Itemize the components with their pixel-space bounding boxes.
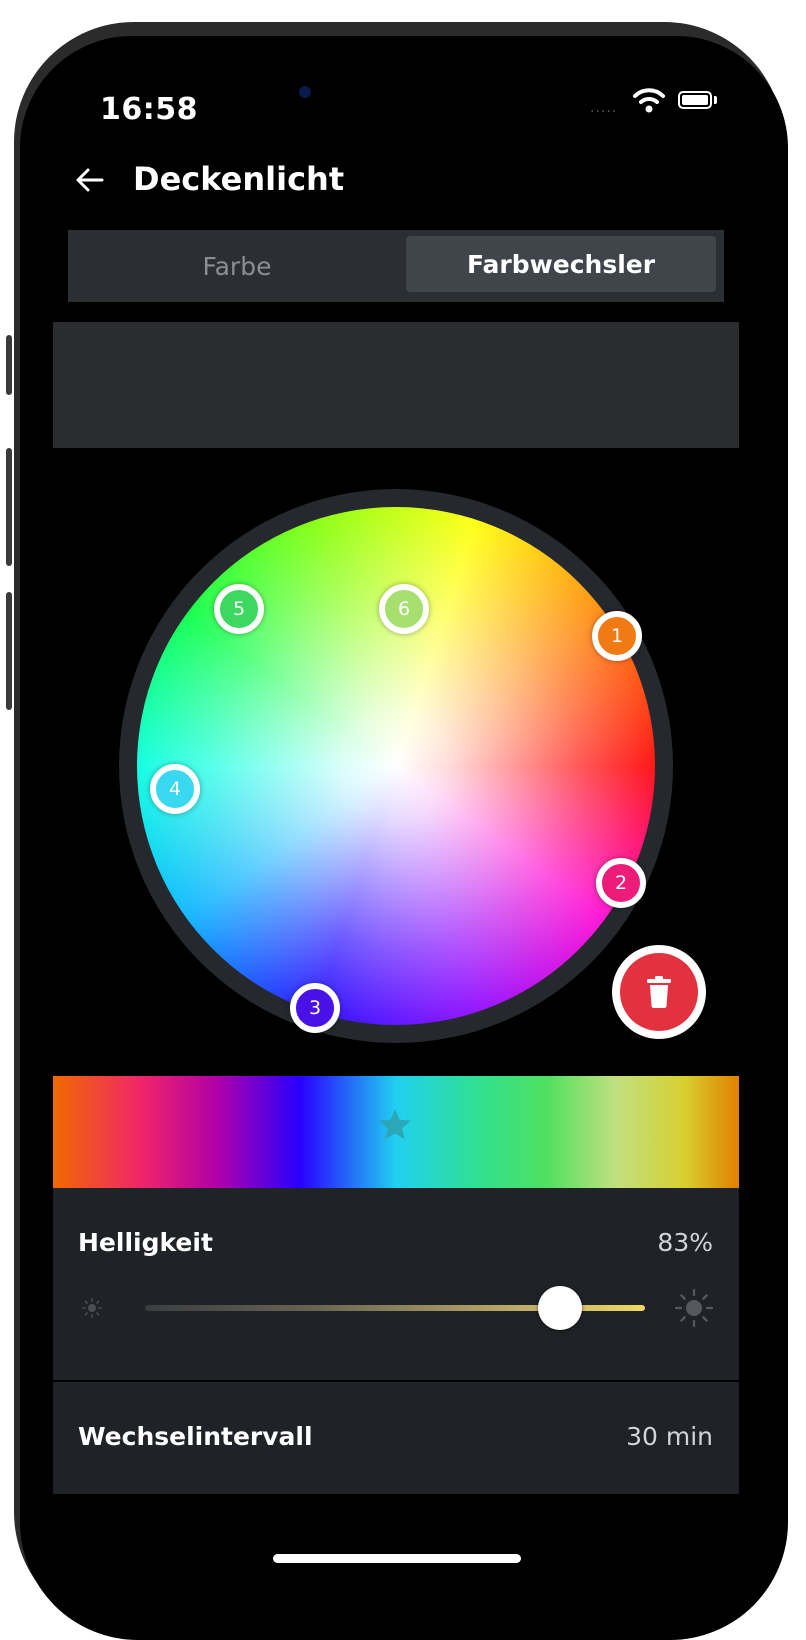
marker-number: 5 — [232, 598, 246, 620]
camera-dot — [299, 86, 311, 98]
screen: 16:58 ..... Deckenlicht Farbe Farbwechsl… — [20, 36, 788, 1640]
wifi-icon — [633, 88, 665, 113]
brightness-panel: Helligkeit 83% — [53, 1188, 739, 1380]
interval-value: 30 min — [626, 1422, 713, 1451]
brightness-label: Helligkeit — [78, 1228, 213, 1257]
marker-number: 1 — [610, 625, 624, 647]
brightness-slider-thumb[interactable] — [538, 1286, 582, 1330]
volume-up-button — [6, 448, 12, 566]
marker-number: 2 — [614, 872, 628, 894]
star-icon[interactable] — [376, 1106, 414, 1144]
interval-panel[interactable]: Wechselintervall 30 min — [53, 1382, 739, 1494]
sun-small-icon — [82, 1298, 102, 1318]
tab-farbwechsler[interactable]: Farbwechsler — [406, 236, 716, 292]
sun-large-icon — [675, 1289, 713, 1327]
tab-farbe[interactable]: Farbe — [68, 230, 406, 302]
arrow-left-icon[interactable] — [74, 164, 106, 196]
battery-icon — [678, 91, 712, 109]
volume-down-button — [6, 592, 12, 710]
home-indicator[interactable] — [273, 1554, 521, 1563]
mode-segmented-control: Farbe Farbwechsler — [68, 230, 724, 302]
color-marker-3[interactable]: 3 — [290, 983, 340, 1033]
marker-number: 6 — [397, 598, 411, 620]
marker-number: 3 — [308, 997, 322, 1019]
color-marker-4[interactable]: 4 — [150, 764, 200, 814]
marker-number: 4 — [168, 778, 182, 800]
delete-color-button[interactable] — [612, 945, 706, 1039]
preset-panel — [53, 322, 739, 448]
color-marker-1[interactable]: 1 — [592, 611, 642, 661]
color-marker-6[interactable]: 6 — [379, 584, 429, 634]
status-time: 16:58 — [100, 92, 198, 127]
mute-switch — [6, 335, 12, 395]
color-marker-5[interactable]: 5 — [214, 584, 264, 634]
trash-icon — [647, 976, 671, 1008]
page-title: Deckenlicht — [133, 160, 345, 198]
color-marker-2[interactable]: 2 — [596, 858, 646, 908]
delete-button-face — [620, 953, 698, 1031]
signal-icon: ..... — [590, 100, 618, 116]
interval-label: Wechselintervall — [78, 1422, 313, 1451]
brightness-value: 83% — [657, 1228, 713, 1257]
battery-cap — [714, 96, 717, 104]
